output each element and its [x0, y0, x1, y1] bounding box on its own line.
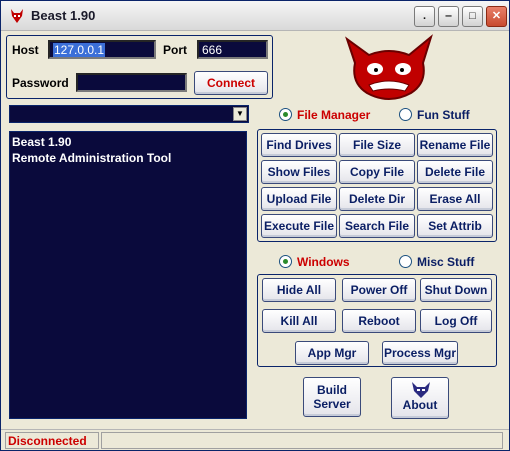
radio-selected-icon — [279, 255, 292, 268]
file-manager-panel: Find Drives File Size Rename File Show F… — [257, 129, 497, 242]
delete-file-button[interactable]: Delete File — [417, 160, 493, 184]
shut-down-button[interactable]: Shut Down — [420, 278, 492, 302]
devil-icon — [412, 382, 430, 398]
help-button[interactable]: . — [414, 6, 435, 27]
set-attrib-button[interactable]: Set Attrib — [417, 214, 493, 238]
chevron-down-icon[interactable]: ▼ — [233, 107, 247, 121]
copy-file-button[interactable]: Copy File — [339, 160, 415, 184]
console-line: Remote Administration Tool — [12, 151, 172, 165]
about-label: About — [402, 398, 438, 412]
output-console: Beast 1.90 Remote Administration Tool — [9, 131, 247, 419]
status-bar: Disconnected — [1, 429, 509, 450]
about-button[interactable]: About — [391, 377, 449, 419]
password-input[interactable] — [76, 73, 187, 92]
close-button[interactable]: ✕ — [486, 6, 507, 27]
host-label: Host — [12, 43, 39, 57]
execute-file-button[interactable]: Execute File — [261, 214, 337, 238]
windows-panel: Hide All Power Off Shut Down Kill All Re… — [257, 274, 497, 367]
radio-selected-icon — [279, 108, 292, 121]
find-drives-button[interactable]: Find Drives — [261, 133, 337, 157]
host-value: 127.0.0.1 — [53, 43, 106, 57]
radio-unselected-icon — [399, 255, 412, 268]
main-window: Beast 1.90 . ‒ □ ✕ Host 127.0.0.1 Port 6… — [0, 0, 510, 451]
port-value: 666 — [202, 43, 223, 57]
minimize-button[interactable]: ‒ — [438, 6, 459, 27]
window-title: Beast 1.90 — [31, 8, 96, 23]
title-bar[interactable]: Beast 1.90 . ‒ □ ✕ — [1, 1, 509, 31]
show-files-button[interactable]: Show Files — [261, 160, 337, 184]
build-server-button[interactable]: Build Server — [303, 377, 361, 417]
process-mgr-button[interactable]: Process Mgr — [382, 341, 458, 365]
maximize-button[interactable]: □ — [462, 6, 483, 27]
delete-dir-button[interactable]: Delete Dir — [339, 187, 415, 211]
devil-icon — [11, 9, 23, 23]
log-off-button[interactable]: Log Off — [420, 309, 492, 333]
power-off-button[interactable]: Power Off — [342, 278, 416, 302]
connection-status: Disconnected — [5, 432, 99, 449]
password-label: Password — [12, 76, 69, 90]
reboot-button[interactable]: Reboot — [342, 309, 416, 333]
file-size-button[interactable]: File Size — [339, 133, 415, 157]
rename-file-button[interactable]: Rename File — [417, 133, 493, 157]
upload-file-button[interactable]: Upload File — [261, 187, 337, 211]
radio-unselected-icon — [399, 108, 412, 121]
devil-logo — [345, 34, 433, 100]
port-input[interactable]: 666 — [197, 40, 268, 59]
connect-button[interactable]: Connect — [194, 71, 268, 95]
status-panel-empty — [101, 432, 503, 449]
app-mgr-button[interactable]: App Mgr — [295, 341, 369, 365]
console-line: Beast 1.90 — [12, 135, 72, 149]
target-dropdown[interactable]: ▼ — [9, 105, 249, 123]
port-label: Port — [163, 43, 187, 57]
host-input[interactable]: 127.0.0.1 — [48, 40, 156, 59]
hide-all-button[interactable]: Hide All — [262, 278, 336, 302]
kill-all-button[interactable]: Kill All — [262, 309, 336, 333]
erase-all-button[interactable]: Erase All — [417, 187, 493, 211]
connection-panel: Host 127.0.0.1 Port 666 Password Connect — [6, 35, 273, 99]
search-file-button[interactable]: Search File — [339, 214, 415, 238]
